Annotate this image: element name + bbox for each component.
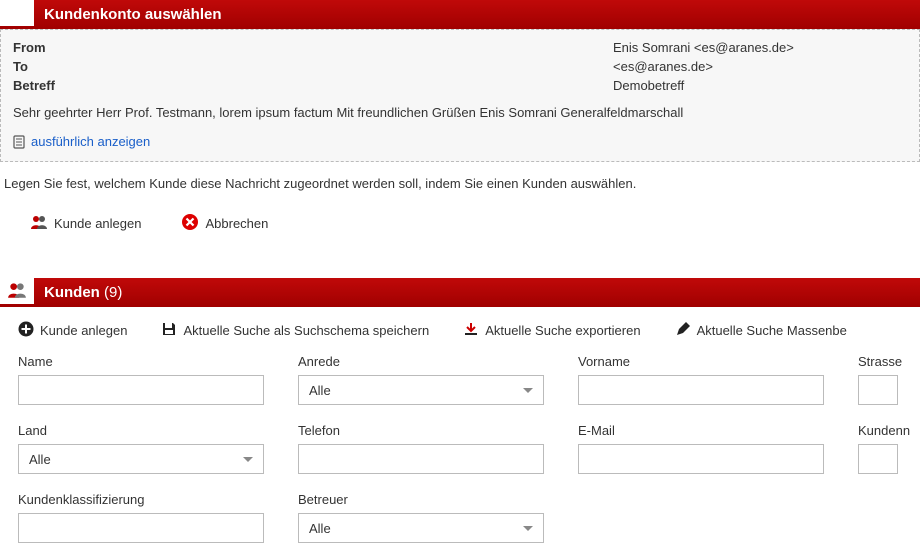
cancel-icon [181, 213, 199, 234]
subject-value: Demobetreff [613, 78, 684, 93]
toolbar-massedit-label: Aktuelle Suche Massenbe [697, 323, 847, 338]
people-icon [30, 213, 48, 234]
betreuer-label: Betreuer [298, 492, 544, 507]
klass-input[interactable] [18, 513, 264, 543]
telefon-input[interactable] [298, 444, 544, 474]
create-customer-label: Kunde anlegen [54, 216, 141, 231]
vorname-label: Vorname [578, 354, 824, 369]
telefon-label: Telefon [298, 423, 544, 438]
cancel-label: Abbrechen [205, 216, 268, 231]
subject-row: Betreff Demobetreff [13, 78, 907, 93]
kundennr-input[interactable] [858, 444, 898, 474]
download-icon [463, 321, 479, 340]
save-icon [161, 321, 177, 340]
name-label: Name [18, 354, 264, 369]
header-customers: Kunden (9) [0, 278, 920, 307]
header-customers-icon [0, 276, 34, 304]
chevron-down-icon [523, 526, 533, 531]
message-body-preview: Sehr geehrter Herr Prof. Testmann, lorem… [13, 105, 907, 120]
customers-toolbar: Kunde anlegen Aktuelle Suche als Suchsch… [0, 307, 920, 354]
toolbar-create-customer-button[interactable]: Kunde anlegen [18, 321, 127, 340]
instruction-text: Legen Sie fest, welchem Kunde diese Nach… [0, 162, 920, 191]
strasse-label: Strasse [858, 354, 910, 369]
to-row: To <es@aranes.de> [13, 59, 907, 74]
betreuer-value: Alle [309, 521, 331, 536]
anrede-value: Alle [309, 383, 331, 398]
from-label: From [13, 40, 613, 55]
header-customers-count: (9) [104, 284, 122, 301]
toolbar-save-schema-button[interactable]: Aktuelle Suche als Suchschema speichern [161, 321, 429, 340]
message-info-box: From Enis Somrani <es@aranes.de> To <es@… [0, 29, 920, 162]
toolbar-export-button[interactable]: Aktuelle Suche exportieren [463, 321, 640, 340]
show-details-link[interactable]: ausführlich anzeigen [31, 134, 150, 149]
from-value: Enis Somrani <es@aranes.de> [613, 40, 794, 55]
name-input[interactable] [18, 375, 264, 405]
kundennr-label: Kundenn [858, 423, 910, 438]
pencil-icon [675, 321, 691, 340]
klass-label: Kundenklassifizierung [18, 492, 264, 507]
chevron-down-icon [243, 457, 253, 462]
header-title: Kundenkonto auswählen [44, 6, 222, 23]
subject-label: Betreff [13, 78, 613, 93]
create-customer-button[interactable]: Kunde anlegen [30, 213, 141, 234]
plus-circle-icon [18, 321, 34, 340]
strasse-input[interactable] [858, 375, 898, 405]
filter-grid: Name Land Alle Kundenklassifizierung Anr… [0, 354, 920, 543]
from-row: From Enis Somrani <es@aranes.de> [13, 40, 907, 55]
toolbar-save-schema-label: Aktuelle Suche als Suchschema speichern [183, 323, 429, 338]
land-select[interactable]: Alle [18, 444, 264, 474]
anrede-label: Anrede [298, 354, 544, 369]
toolbar-create-label: Kunde anlegen [40, 323, 127, 338]
vorname-input[interactable] [578, 375, 824, 405]
to-label: To [13, 59, 613, 74]
email-input[interactable] [578, 444, 824, 474]
betreuer-select[interactable]: Alle [298, 513, 544, 543]
header-select-account: Kundenkonto auswählen [0, 0, 920, 29]
anrede-select[interactable]: Alle [298, 375, 544, 405]
cancel-button[interactable]: Abbrechen [181, 213, 268, 234]
toolbar-massedit-button[interactable]: Aktuelle Suche Massenbe [675, 321, 847, 340]
action-row: Kunde anlegen Abbrechen [0, 191, 920, 256]
header-icon-slot [0, 0, 34, 26]
land-value: Alle [29, 452, 51, 467]
email-label: E-Mail [578, 423, 824, 438]
chevron-down-icon [523, 388, 533, 393]
document-icon [13, 135, 25, 149]
header-customers-title: Kunden [44, 284, 100, 301]
to-value: <es@aranes.de> [613, 59, 713, 74]
toolbar-export-label: Aktuelle Suche exportieren [485, 323, 640, 338]
land-label: Land [18, 423, 264, 438]
